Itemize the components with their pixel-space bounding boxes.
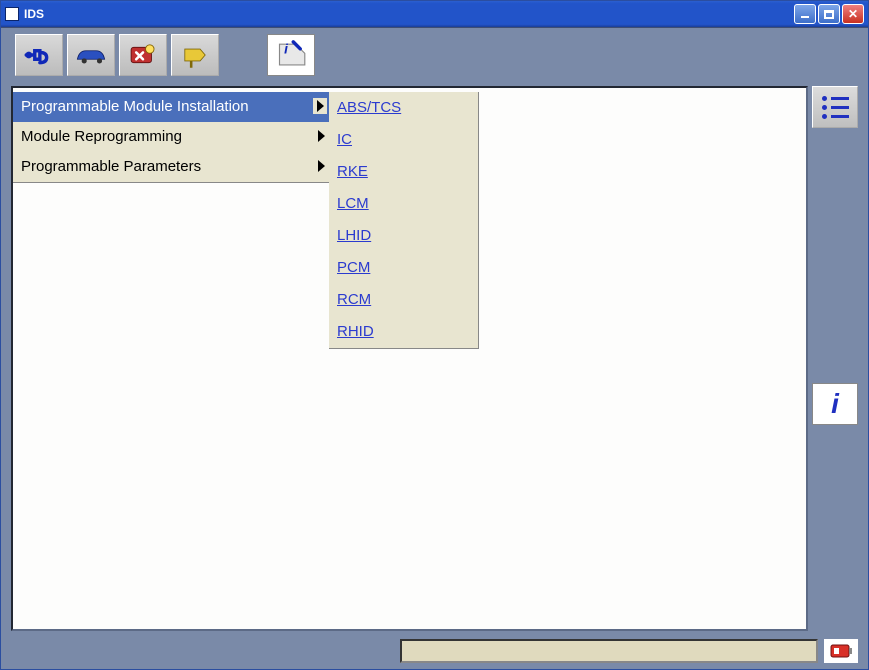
- content-panel: Programmable Module Installation Module …: [11, 86, 808, 631]
- device-status-icon-box[interactable]: [824, 639, 858, 663]
- submenu-item[interactable]: LHID: [329, 220, 478, 252]
- close-icon: ✕: [848, 7, 858, 21]
- list-view-button[interactable]: [812, 86, 858, 128]
- list-icon: [822, 96, 849, 119]
- car-icon: [74, 40, 108, 70]
- module-submenu: ABS/TCS IC RKE LCM LHID PCM RCM RHID: [329, 92, 479, 349]
- maximize-icon: [824, 10, 834, 19]
- submenu-item[interactable]: IC: [329, 124, 478, 156]
- window-title: IDS: [24, 7, 794, 21]
- submenu-link[interactable]: ABS/TCS: [337, 99, 401, 116]
- submenu-link[interactable]: IC: [337, 131, 352, 148]
- tool-card-icon: [126, 40, 160, 70]
- minimize-button[interactable]: [794, 4, 816, 24]
- app-window: IDS ✕: [0, 0, 869, 670]
- title-bar[interactable]: IDS ✕: [1, 1, 868, 27]
- submenu-link[interactable]: LCM: [337, 195, 369, 212]
- arrow-sign-icon: [178, 40, 212, 70]
- client-area: i Programmable Module Installation Modul…: [1, 27, 868, 669]
- toolbar: i: [5, 32, 864, 82]
- submenu-link[interactable]: RCM: [337, 291, 371, 308]
- status-bar: [5, 639, 864, 665]
- submenu-link[interactable]: RHID: [337, 323, 374, 340]
- submenu-arrow-icon: [313, 98, 327, 114]
- submenu-link[interactable]: LHID: [337, 227, 371, 244]
- submenu-item[interactable]: RCM: [329, 284, 478, 316]
- vcm-device-icon: [830, 643, 852, 659]
- menu-item-pmi[interactable]: Programmable Module Installation: [13, 92, 329, 122]
- module-config-tool-button[interactable]: [119, 34, 167, 76]
- traffic-tool-button[interactable]: [171, 34, 219, 76]
- submenu-item[interactable]: RHID: [329, 316, 478, 348]
- tag-info-icon: i: [268, 35, 314, 74]
- window-buttons: ✕: [794, 4, 864, 24]
- submenu-link[interactable]: RKE: [337, 163, 368, 180]
- submenu-item[interactable]: PCM: [329, 252, 478, 284]
- menu-item-label: Programmable Parameters: [21, 158, 201, 175]
- menu-item-parameters[interactable]: Programmable Parameters: [13, 152, 329, 182]
- close-button[interactable]: ✕: [842, 4, 864, 24]
- menu-item-label: Module Reprogramming: [21, 128, 182, 145]
- info-icon: i: [831, 388, 839, 420]
- submenu-arrow-icon: [318, 130, 325, 142]
- menu-item-reprogramming[interactable]: Module Reprogramming: [13, 122, 329, 152]
- submenu-item[interactable]: LCM: [329, 188, 478, 220]
- main-content-row: Programmable Module Installation Module …: [5, 86, 864, 635]
- plug-icon: [22, 40, 56, 70]
- maximize-button[interactable]: [818, 4, 840, 24]
- menu-item-label: Programmable Module Installation: [21, 98, 249, 115]
- minimize-icon: [801, 16, 809, 18]
- vehicle-tool-button[interactable]: [67, 34, 115, 76]
- submenu-item[interactable]: ABS/TCS: [329, 92, 478, 124]
- primary-menu: Programmable Module Installation Module …: [13, 92, 329, 183]
- tag-tool-button[interactable]: i: [267, 34, 315, 76]
- right-sidebar: i: [812, 86, 858, 631]
- info-button[interactable]: i: [812, 383, 858, 425]
- submenu-arrow-icon: [318, 160, 325, 172]
- submenu-item[interactable]: RKE: [329, 156, 478, 188]
- connect-tool-button[interactable]: [15, 34, 63, 76]
- status-message-field: [400, 639, 818, 663]
- app-icon: [5, 7, 19, 21]
- submenu-link[interactable]: PCM: [337, 259, 370, 276]
